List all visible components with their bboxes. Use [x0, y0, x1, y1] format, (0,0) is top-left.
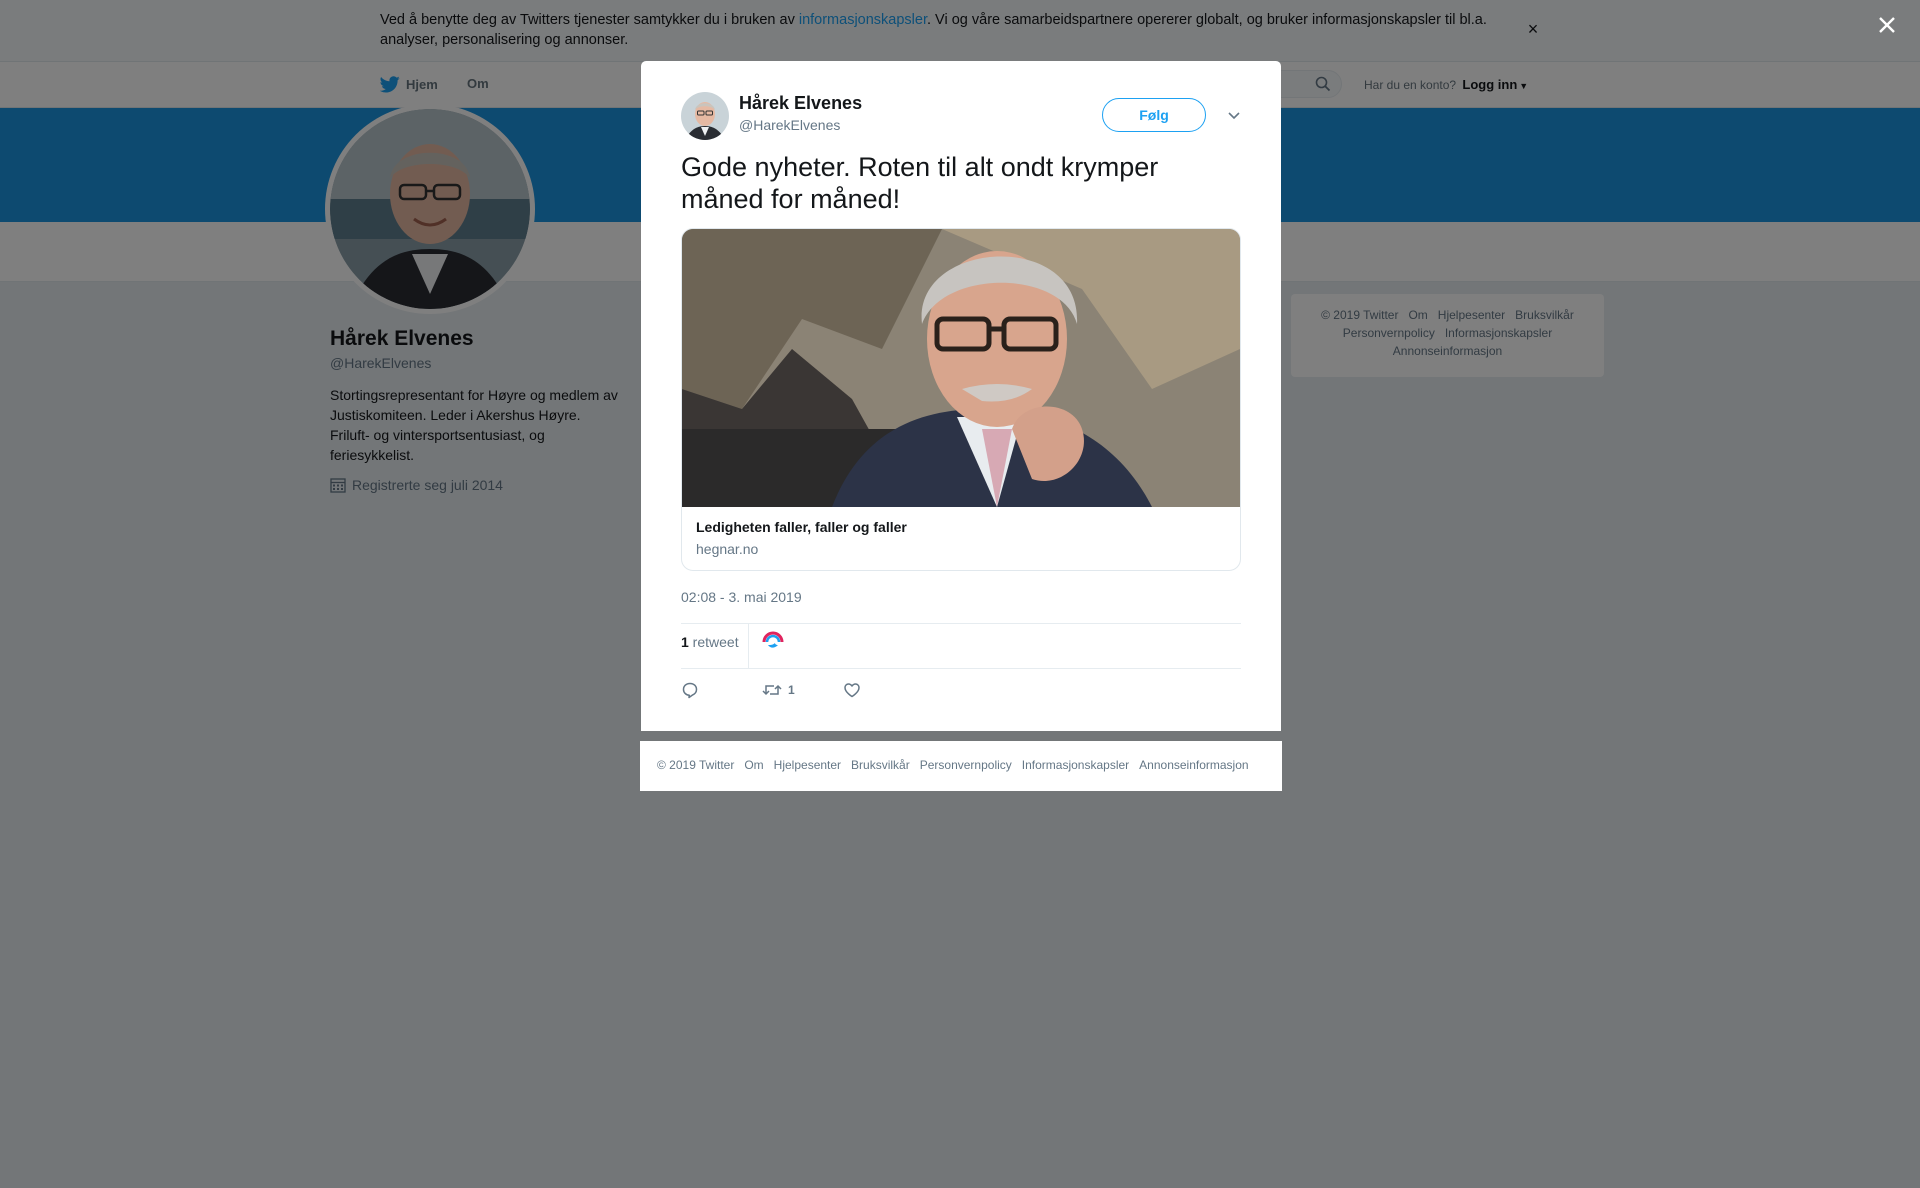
link-card-domain: hegnar.no [696, 541, 759, 557]
follow-button[interactable]: Følg [1102, 98, 1206, 132]
tweet-text: Gode nyheter. Roten til alt ondt krymper… [681, 152, 1159, 214]
author-avatar-image [681, 92, 729, 140]
chevron-down-icon[interactable] [1225, 106, 1243, 124]
tweet-modal: Hårek Elvenes @HarekElvenes Følg Gode ny… [641, 61, 1281, 731]
like-icon [844, 683, 860, 698]
footer-link-ads[interactable]: Annonseinformasjon [1139, 758, 1248, 772]
footer-link-help[interactable]: Hjelpesenter [774, 758, 841, 772]
retweet-label: retweet [688, 634, 739, 650]
retweet-action-count: 1 [788, 683, 795, 697]
footer-link-terms[interactable]: Bruksvilkår [851, 758, 910, 772]
reply-icon [682, 682, 698, 699]
author-name[interactable]: Hårek Elvenes [739, 93, 862, 114]
like-button[interactable] [843, 681, 861, 699]
reply-button[interactable] [681, 681, 699, 699]
stats-divider [748, 624, 749, 668]
retweet-button[interactable]: 1 [762, 681, 795, 699]
footer-link-privacy[interactable]: Personvernpolicy [920, 758, 1012, 772]
retweeter-avatar-image [761, 630, 785, 654]
link-card[interactable]: Ledigheten faller, faller og faller hegn… [681, 228, 1241, 571]
retweet-stat[interactable]: 1 retweet [681, 634, 739, 650]
tweet-stats: 1 retweet [681, 623, 1241, 669]
tweet-timestamp[interactable]: 02:08 - 3. mai 2019 [681, 589, 802, 605]
footer-link-about[interactable]: Om [744, 758, 763, 772]
close-icon[interactable] [1872, 10, 1902, 40]
modal-footer: © 2019 Twitter Om Hjelpesenter Bruksvilkår P… [640, 741, 1282, 791]
retweet-count: 1 [681, 634, 689, 650]
footer-copyright: © 2019 Twitter [657, 758, 735, 772]
retweeter-avatar[interactable] [761, 630, 785, 654]
author-handle[interactable]: @HarekElvenes [739, 117, 840, 133]
retweet-icon [762, 684, 782, 696]
link-card-title: Ledigheten faller, faller og faller [696, 519, 907, 535]
footer-link-cookies[interactable]: Informasjonskapsler [1022, 758, 1129, 772]
link-card-image [682, 229, 1240, 507]
author-avatar[interactable] [681, 92, 729, 140]
